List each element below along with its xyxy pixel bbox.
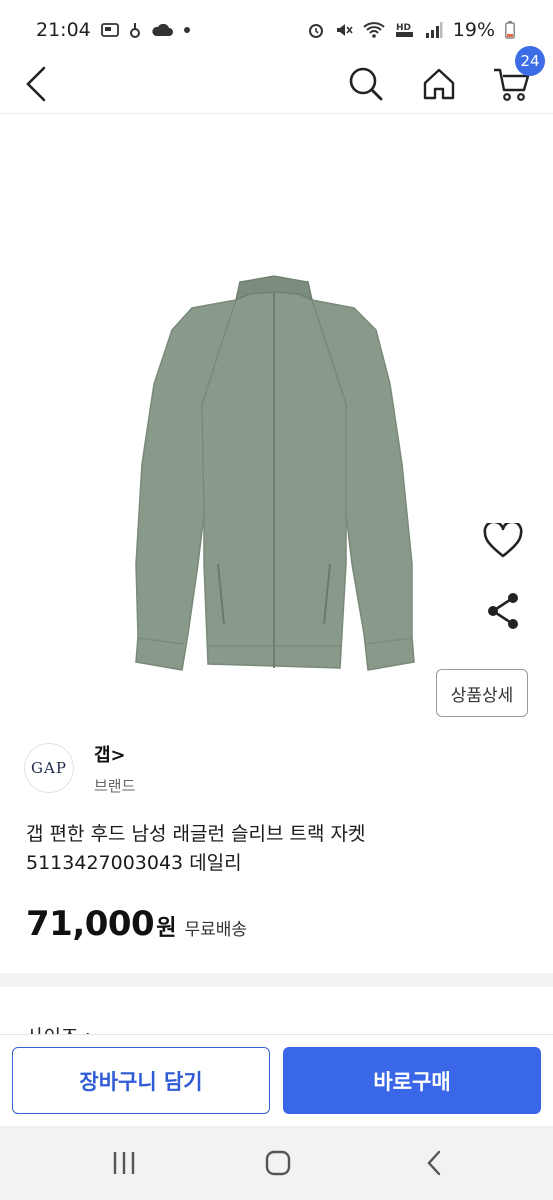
price-unit: 원 [156, 916, 177, 941]
cart-button[interactable]: 24 [488, 46, 545, 108]
cart-count-badge: 24 [515, 46, 545, 76]
status-bar: 21:04 HD 19% [0, 0, 553, 60]
brand-row[interactable]: GAP 갭> 브랜드 [24, 740, 135, 796]
add-to-cart-button[interactable]: 장바구니 담기 [12, 1047, 270, 1114]
app-header: 24 [0, 46, 553, 116]
system-back-button[interactable] [404, 1138, 464, 1188]
battery-icon [505, 21, 515, 39]
system-back-icon [427, 1150, 441, 1176]
battery-percent: 19% [452, 19, 495, 41]
recents-button[interactable] [94, 1138, 154, 1188]
price-row: 71,000 원 무료배송 [26, 904, 247, 944]
product-title-line2: 5113427003043 데일리 [26, 852, 242, 874]
dot-icon [183, 26, 191, 34]
brand-logo: GAP [24, 743, 74, 793]
back-button[interactable] [12, 60, 60, 108]
status-right: HD 19% [307, 19, 515, 41]
share-button[interactable] [478, 586, 528, 636]
system-home-button[interactable] [248, 1138, 308, 1188]
search-icon [349, 67, 383, 101]
product-title-line1: 갭 편한 후드 남성 래글런 슬리브 트랙 자켓 [26, 823, 366, 845]
hd-voice-icon: HD [395, 21, 415, 39]
wishlist-button[interactable] [478, 516, 528, 566]
search-button[interactable] [342, 60, 390, 108]
wifi-icon [363, 21, 385, 39]
buy-now-button[interactable]: 바로구매 [283, 1047, 541, 1114]
system-home-icon [265, 1150, 291, 1176]
screenshot-icon [100, 22, 119, 38]
alarm-icon [307, 21, 325, 39]
product-image-area[interactable]: 상품상세 [0, 114, 553, 734]
recents-icon [113, 1152, 135, 1174]
section-divider [0, 973, 553, 987]
share-icon [488, 593, 518, 629]
product-jacket-image [135, 275, 415, 671]
brand-text: 갭> 브랜드 [94, 741, 135, 796]
product-detail-button[interactable]: 상품상세 [436, 669, 528, 717]
mute-icon [335, 21, 353, 39]
brand-label: 브랜드 [94, 776, 136, 795]
system-nav-bar [0, 1126, 553, 1200]
signal-icon [425, 22, 443, 38]
action-bar: 장바구니 담기 바로구매 [0, 1034, 553, 1126]
shipping-info: 무료배송 [184, 920, 248, 940]
home-button[interactable] [415, 60, 463, 108]
product-title: 갭 편한 후드 남성 래글런 슬리브 트랙 자켓 5113427003043 데… [26, 820, 526, 878]
price-value: 71,000 [26, 904, 155, 944]
back-arrow-icon [26, 66, 46, 102]
brand-name-link[interactable]: 갭> [94, 741, 135, 767]
notification-icon [129, 21, 141, 39]
cloud-icon [151, 23, 173, 37]
home-icon [423, 68, 455, 100]
status-left: 21:04 [36, 19, 191, 41]
svg-text:HD: HD [396, 23, 411, 33]
status-time: 21:04 [36, 19, 91, 41]
heart-icon [483, 523, 523, 558]
